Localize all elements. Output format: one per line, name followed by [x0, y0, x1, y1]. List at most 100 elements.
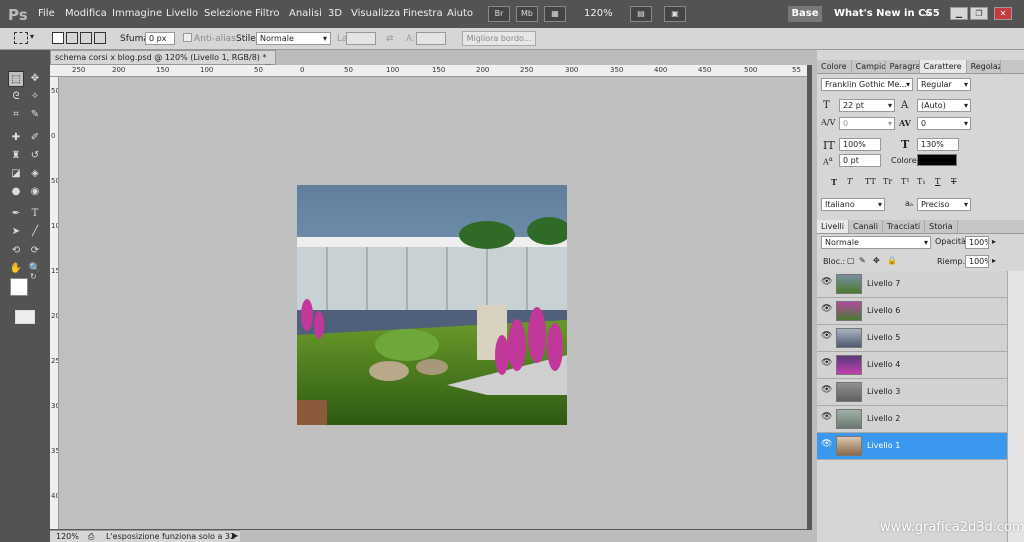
clone-stamp-icon[interactable]: ♜	[8, 148, 24, 164]
all-caps-button[interactable]: TT	[865, 177, 876, 186]
menu-livello[interactable]: Livello	[166, 8, 198, 19]
menu-analisi[interactable]: Analisi	[289, 8, 322, 19]
zoom-level[interactable]: 120%	[584, 8, 613, 19]
chevron-right-icon[interactable]: ▶	[232, 531, 238, 540]
healing-brush-icon[interactable]: ✚	[8, 130, 24, 146]
menu-immagine[interactable]: Immagine	[112, 8, 162, 19]
eye-icon[interactable]: 👁	[821, 439, 833, 452]
horizontal-scale-input[interactable]: 130%	[917, 138, 959, 151]
menu-file[interactable]: File	[38, 8, 55, 19]
layer-row[interactable]: 👁 Livello 1	[817, 433, 1007, 460]
foreground-color-swatch[interactable]	[10, 278, 28, 296]
layers-scrollbar[interactable]	[1007, 271, 1024, 542]
magic-wand-icon[interactable]: ✧	[27, 89, 43, 105]
antialias-checkbox[interactable]	[183, 33, 192, 42]
hand-tool-icon[interactable]: ✋	[8, 261, 24, 277]
path-select-icon[interactable]: ➤	[8, 224, 24, 240]
subtract-selection-icon[interactable]	[80, 32, 92, 44]
blur-tool-icon[interactable]: ●	[8, 184, 24, 200]
status-zoom[interactable]: 120%	[56, 532, 79, 541]
tab-livelli[interactable]: Livelli	[817, 220, 850, 233]
menu-finestra[interactable]: Finestra	[403, 8, 443, 19]
menu-aiuto[interactable]: Aiuto	[447, 8, 473, 19]
font-style-select[interactable]: Regular ▾	[917, 78, 971, 91]
tab-canali[interactable]: Canali	[849, 220, 883, 233]
3d-rotate-icon[interactable]: ⟲	[8, 243, 24, 259]
layer-row[interactable]: 👁 Livello 5	[817, 325, 1007, 352]
chevron-right-icon[interactable]: ▸	[992, 256, 996, 265]
screen-mode-icon[interactable]: ▣	[664, 6, 686, 22]
faux-bold-button[interactable]: T	[831, 177, 837, 187]
eye-icon[interactable]: 👁	[821, 277, 833, 290]
layer-row[interactable]: 👁 Livello 6	[817, 298, 1007, 325]
chevron-right-icon[interactable]: »	[924, 6, 931, 20]
dodge-tool-icon[interactable]: ◉	[27, 184, 43, 200]
quick-mask-icon[interactable]	[15, 310, 35, 324]
small-caps-button[interactable]: Tr	[883, 177, 892, 186]
menu-3d[interactable]: 3D	[328, 8, 342, 19]
document-image[interactable]	[297, 185, 567, 425]
new-selection-icon[interactable]	[52, 32, 64, 44]
minimize-button[interactable]: ▁	[950, 7, 968, 20]
eye-icon[interactable]: 👁	[821, 385, 833, 398]
leading-select[interactable]: (Auto) ▾	[917, 99, 971, 112]
font-size-select[interactable]: 22 pt ▾	[839, 99, 895, 112]
style-select[interactable]: Normale ▾	[256, 32, 331, 45]
subscript-button[interactable]: T₁	[917, 177, 926, 186]
feather-input[interactable]: 0 px	[145, 32, 175, 45]
move-tool-icon[interactable]: ✥	[27, 71, 43, 87]
tracking-select[interactable]: 0 ▾	[917, 117, 971, 130]
tab-storia[interactable]: Storia	[925, 220, 958, 233]
eye-icon[interactable]: 👁	[821, 358, 833, 371]
text-color-swatch[interactable]	[917, 154, 957, 166]
blend-mode-select[interactable]: Normale ▾	[821, 236, 931, 249]
history-brush-icon[interactable]: ↺	[27, 148, 43, 164]
font-family-select[interactable]: Franklin Gothic Me... ▾	[821, 78, 913, 91]
swap-icon[interactable]: ⇄	[386, 34, 394, 44]
chevron-down-icon[interactable]: ▾	[30, 32, 34, 41]
view-extras-icon[interactable]: ▤	[630, 6, 652, 22]
layer-row[interactable]: 👁 Livello 3	[817, 379, 1007, 406]
marquee-tool-icon[interactable]	[14, 32, 28, 44]
chevron-right-icon[interactable]: ▸	[992, 237, 996, 246]
add-selection-icon[interactable]	[66, 32, 78, 44]
tab-regolazioni[interactable]: Regolazioni	[967, 60, 1001, 73]
eraser-icon[interactable]: ◪	[8, 166, 24, 182]
tab-campioni[interactable]: Campioni	[852, 60, 886, 73]
paint-bucket-icon[interactable]: ◈	[27, 166, 43, 182]
vertical-scale-input[interactable]: 100%	[839, 138, 881, 151]
eyedropper-icon[interactable]: ✎	[27, 107, 43, 123]
lock-position-icon[interactable]: ✥	[873, 256, 880, 265]
intersect-selection-icon[interactable]	[94, 32, 106, 44]
workspace-button[interactable]: Base	[788, 6, 822, 22]
antialias-method-select[interactable]: Preciso ▾	[917, 198, 971, 211]
minibridge-button[interactable]: Mb	[516, 6, 538, 22]
kerning-select[interactable]: 0 ▾	[839, 117, 895, 130]
eye-icon[interactable]: 👁	[821, 304, 833, 317]
shape-tool-icon[interactable]: ╱	[27, 224, 43, 240]
layer-row[interactable]: 👁 Livello 7	[817, 271, 1007, 298]
superscript-button[interactable]: T¹	[901, 177, 910, 186]
layer-row[interactable]: 👁 Livello 4	[817, 352, 1007, 379]
layer-row[interactable]: 👁 Livello 2	[817, 406, 1007, 433]
3d-orbit-icon[interactable]: ⟳	[27, 243, 43, 259]
language-select[interactable]: Italiano ▾	[821, 198, 885, 211]
width-input[interactable]	[346, 32, 376, 45]
brush-tool-icon[interactable]: ✐	[27, 130, 43, 146]
menu-modifica[interactable]: Modifica	[65, 8, 107, 19]
opacity-input[interactable]: 100%	[965, 236, 989, 249]
lasso-tool-icon[interactable]: ᘓ	[8, 89, 24, 105]
document-tab[interactable]: schema corsi x blog.psd @ 120% (Livello …	[50, 50, 276, 71]
type-tool-icon[interactable]: T	[27, 206, 43, 222]
menu-visualizza[interactable]: Visualizza	[351, 8, 400, 19]
baseline-shift-input[interactable]: 0 pt	[839, 154, 881, 167]
fill-input[interactable]: 100%	[965, 255, 989, 268]
refine-edge-button[interactable]: Migliora bordo...	[462, 31, 536, 46]
menu-filtro[interactable]: Filtro	[255, 8, 280, 19]
tab-tracciati[interactable]: Tracciati	[883, 220, 926, 233]
pen-tool-icon[interactable]: ✒	[8, 206, 24, 222]
eye-icon[interactable]: 👁	[821, 331, 833, 344]
tab-paragrafo[interactable]: Paragrafo	[886, 60, 920, 73]
menu-selezione[interactable]: Selezione	[204, 8, 252, 19]
underline-button[interactable]: T	[935, 177, 940, 186]
